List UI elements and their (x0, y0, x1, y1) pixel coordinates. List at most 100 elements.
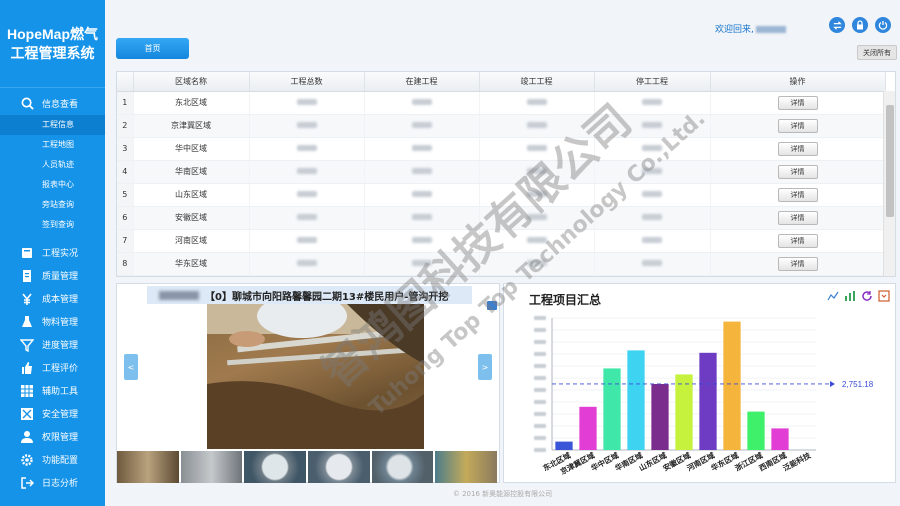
masked-value-cell (364, 252, 480, 276)
bar-chart-icon[interactable] (844, 290, 856, 302)
chart-bar (747, 411, 765, 450)
action-cell: 详情 (710, 91, 886, 115)
sidebar-item[interactable]: 权限管理 (0, 425, 105, 448)
photo-thumbnail[interactable] (371, 451, 434, 483)
photo-next-button[interactable]: > (478, 354, 492, 380)
table-row[interactable]: 1 东北区域 详情 (117, 91, 886, 115)
close-all-tabs-button[interactable]: 关闭所有 (857, 45, 897, 60)
photo-thumbnail[interactable] (435, 451, 498, 483)
site-photo-panel: 【0】聊城市向阳路馨馨园二期13#楼民用户-管沟开挖 < > (116, 283, 500, 483)
sidebar-item[interactable]: 功能配置 (0, 448, 105, 471)
table-row[interactable]: 7 河南区域 详情 (117, 229, 886, 253)
action-cell: 详情 (710, 206, 886, 230)
image-icon[interactable] (487, 301, 497, 310)
action-cell: 详情 (710, 137, 886, 161)
table-row[interactable]: 2 京津冀区域 详情 (117, 114, 886, 138)
table-row[interactable]: 5 山东区域 详情 (117, 183, 886, 207)
lock-button[interactable] (852, 17, 868, 33)
masked-value (526, 214, 547, 220)
site-photo[interactable] (207, 304, 424, 449)
sidebar-item[interactable]: 进度管理 (0, 333, 105, 356)
action-cell: 详情 (710, 183, 886, 207)
photo-thumbnail[interactable] (180, 451, 243, 483)
masked-value (296, 237, 317, 243)
detail-button[interactable]: 详情 (777, 95, 818, 110)
scrollbar-thumb[interactable] (886, 105, 894, 217)
sidebar-subitem[interactable]: 报表中心 (0, 175, 105, 195)
sidebar-item[interactable]: 物料管理 (0, 310, 105, 333)
sidebar-item[interactable]: 日志分析 (0, 471, 105, 494)
line-chart-icon[interactable] (827, 290, 839, 302)
masked-y-tick-label (534, 316, 546, 320)
sidebar: HopeMap燃气 工程管理系统 信息查看 工程信息 工程地图 人员轨迹 报表中心 旁站… (0, 0, 105, 506)
photo-thumbnail[interactable] (117, 451, 179, 483)
chart-bar (627, 350, 645, 450)
average-label: 2,751.18 (842, 380, 874, 389)
masked-value (642, 214, 662, 220)
sidebar-subitem[interactable]: 工程信息 (0, 115, 105, 135)
welcome-text: 欢迎回来, (715, 22, 786, 35)
row-index: 3 (117, 137, 134, 161)
masked-y-tick-label (534, 352, 546, 356)
masked-value (296, 168, 317, 174)
column-header: 工程总数 (249, 72, 365, 92)
chart-bar (771, 428, 789, 450)
logout-button[interactable] (875, 17, 891, 33)
chart-bar (555, 441, 573, 450)
table-row[interactable]: 4 华南区域 详情 (117, 160, 886, 184)
detail-button[interactable]: 详情 (777, 210, 818, 225)
sidebar-subitem[interactable]: 旁站查询 (0, 195, 105, 215)
sidebar-item[interactable]: 成本管理 (0, 287, 105, 310)
region-name-cell: 山东区域 (133, 183, 250, 207)
detail-button[interactable]: 详情 (777, 256, 818, 271)
table-scrollbar[interactable] (883, 91, 895, 276)
sidebar-subitem[interactable]: 工程地图 (0, 135, 105, 155)
sidebar-item[interactable]: 质量管理 (0, 264, 105, 287)
region-name-cell: 安徽区域 (133, 206, 250, 230)
yen-icon (20, 292, 34, 306)
switch-button[interactable] (829, 17, 845, 33)
sidebar-item[interactable]: 工程实况 (0, 241, 105, 264)
masked-value-cell (594, 229, 711, 253)
masked-value-cell (364, 206, 480, 230)
masked-y-tick-label (534, 328, 546, 332)
table-row[interactable]: 8 华东区域 详情 (117, 252, 886, 276)
sidebar-item-label: 工程评价 (42, 364, 79, 374)
detail-button[interactable]: 详情 (777, 141, 818, 156)
row-index: 7 (117, 229, 134, 253)
masked-value (642, 237, 662, 243)
region-name-cell: 华南区域 (133, 160, 250, 184)
masked-value (296, 191, 317, 197)
tab-home[interactable]: 首页 (116, 38, 189, 59)
masked-value-cell (479, 229, 595, 253)
refresh-icon[interactable] (861, 290, 873, 302)
sidebar-group-info-view[interactable]: 信息查看 (0, 92, 105, 115)
sidebar-item[interactable]: 安全管理 (0, 402, 105, 425)
detail-button[interactable]: 详情 (777, 187, 818, 202)
detail-button[interactable]: 详情 (777, 164, 818, 179)
photo-prev-button[interactable]: < (124, 354, 138, 380)
masked-value-cell (594, 114, 711, 138)
masked-value (411, 122, 432, 128)
masked-value-cell (594, 91, 711, 115)
masked-value (526, 99, 547, 105)
sidebar-item[interactable]: 工程评价 (0, 356, 105, 379)
photo-thumbnail[interactable] (308, 451, 370, 483)
region-name-cell: 华中区域 (133, 137, 250, 161)
sidebar-item[interactable]: 辅助工具 (0, 379, 105, 402)
masked-value (642, 191, 662, 197)
table-row[interactable]: 6 安徽区域 详情 (117, 206, 886, 230)
masked-value (642, 168, 662, 174)
table-row[interactable]: 3 华中区域 详情 (117, 137, 886, 161)
save-image-icon[interactable] (878, 290, 890, 302)
sidebar-subitem[interactable]: 人员轨迹 (0, 155, 105, 175)
sidebar-subitem[interactable]: 签到查询 (0, 215, 105, 235)
photo-thumbnail-strip (117, 451, 499, 483)
detail-button[interactable]: 详情 (777, 118, 818, 133)
masked-value-cell (249, 206, 365, 230)
masked-y-tick-label (534, 340, 546, 344)
masked-value (526, 191, 547, 197)
photo-thumbnail[interactable] (244, 451, 307, 483)
detail-button[interactable]: 详情 (777, 233, 818, 248)
masked-value (526, 168, 547, 174)
